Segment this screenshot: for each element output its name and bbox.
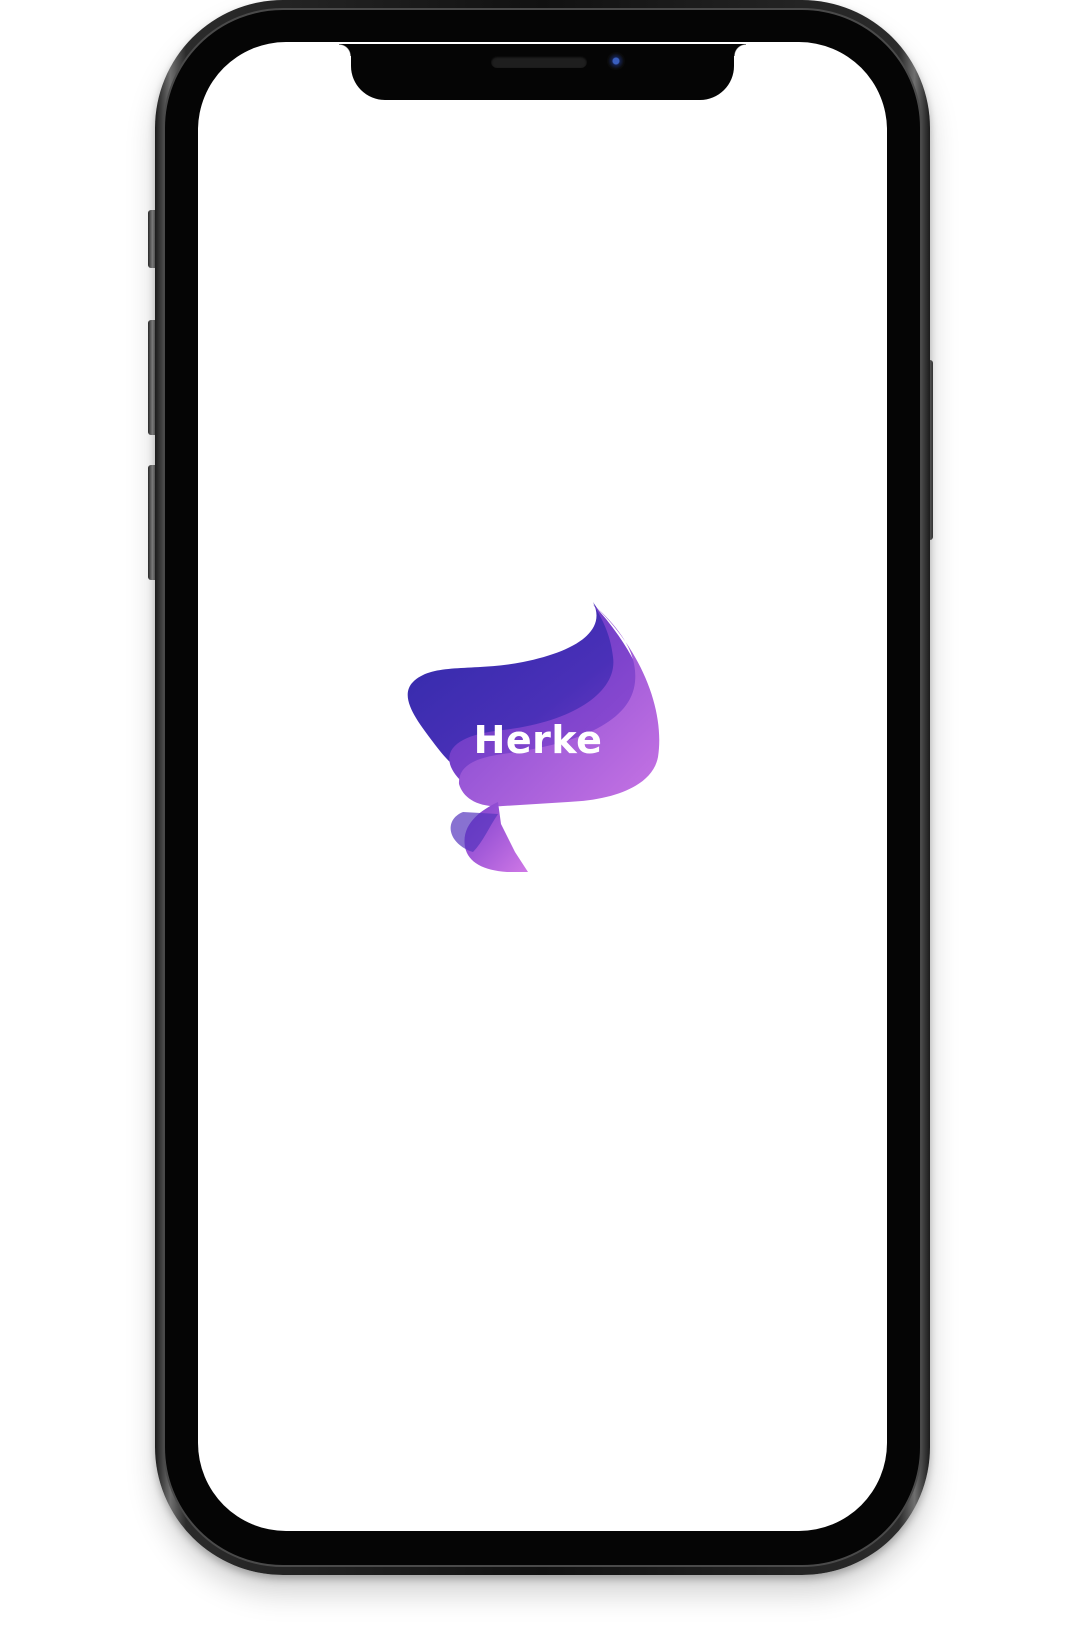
device-mockup: Herke bbox=[0, 0, 1076, 1628]
earpiece-speaker-icon bbox=[491, 56, 587, 68]
brand-name: Herke bbox=[473, 718, 603, 762]
phone-frame: Herke bbox=[155, 0, 930, 1575]
herke-flame-logo-icon bbox=[407, 602, 660, 872]
notch bbox=[339, 44, 746, 100]
app-logo: Herke bbox=[403, 562, 663, 872]
front-camera-icon bbox=[607, 52, 625, 70]
splash-screen: Herke bbox=[198, 42, 887, 1531]
